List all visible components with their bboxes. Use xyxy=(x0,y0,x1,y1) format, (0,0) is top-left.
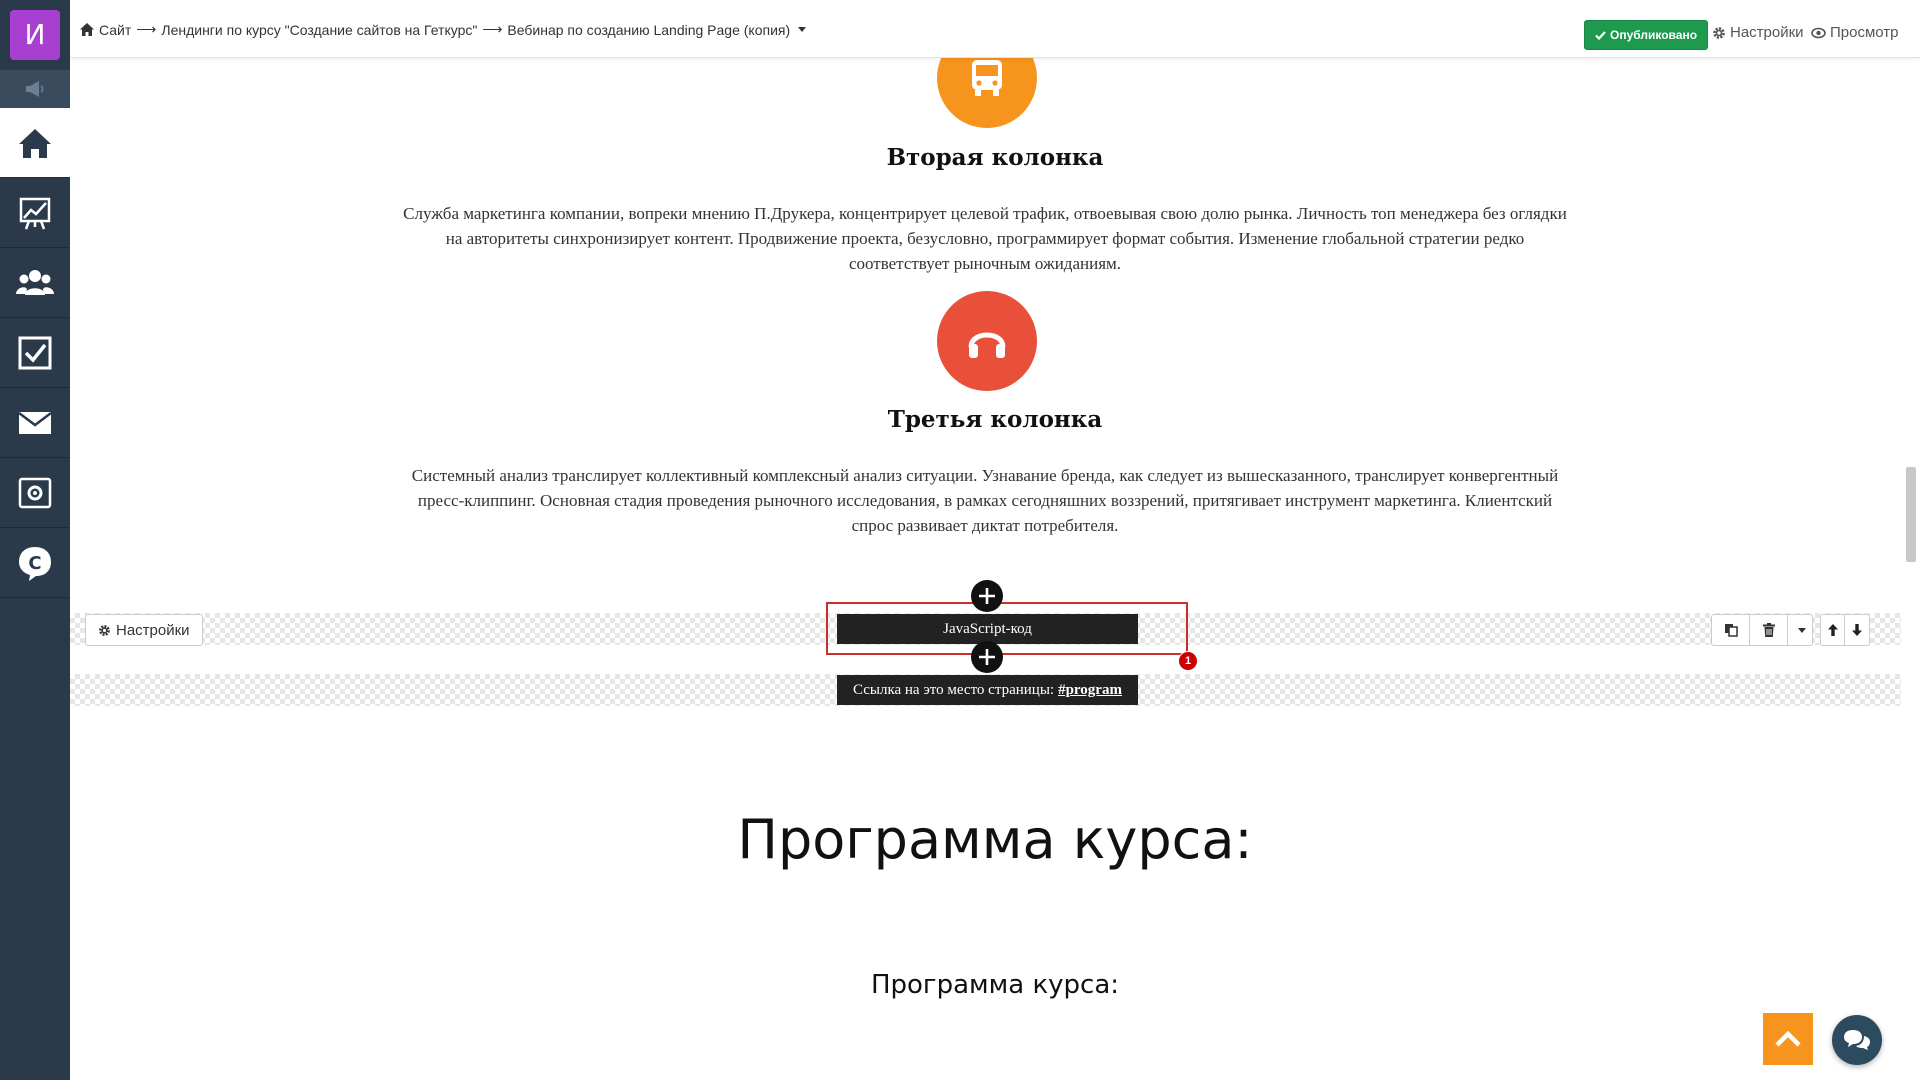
chat-bubbles-icon xyxy=(1844,1030,1870,1050)
program-subheading: Программа курса: xyxy=(870,970,1120,1000)
anchor-prefix: Ссылка на это место страницы: xyxy=(853,681,1055,698)
arrow-up-icon xyxy=(1827,624,1838,636)
gear-icon xyxy=(1713,26,1725,39)
add-block-above-button[interactable] xyxy=(971,580,1003,612)
anchor-link[interactable]: #program xyxy=(1058,682,1122,699)
block-menu-dropdown[interactable] xyxy=(1788,615,1812,645)
trash-icon xyxy=(1762,623,1775,637)
column-text: Служба маркетинга компании, вопреки мнен… xyxy=(403,204,1567,273)
anchor-link-label: Ссылка на это место страницы: #program xyxy=(837,675,1138,705)
copy-block-button[interactable] xyxy=(1712,615,1750,645)
sidebar-item-statistics[interactable] xyxy=(0,178,70,248)
envelope-icon xyxy=(18,411,52,434)
home-icon xyxy=(19,128,51,158)
page-settings-link[interactable]: Настройки xyxy=(1712,24,1804,41)
page-settings-label: Настройки xyxy=(1730,24,1804,41)
error-count-badge: 1 xyxy=(1178,651,1198,671)
block-tools xyxy=(1711,614,1813,646)
sidebar-item-messages[interactable] xyxy=(0,388,70,458)
chart-icon xyxy=(19,197,51,229)
add-block-below-button[interactable] xyxy=(971,641,1003,673)
checkbox-icon xyxy=(18,336,52,369)
move-block-up-button[interactable] xyxy=(1821,615,1845,645)
sidebar-item-tasks[interactable] xyxy=(0,318,70,388)
breadcrumb-site[interactable]: Сайт xyxy=(99,22,131,38)
chevron-down-icon xyxy=(1797,627,1806,633)
column-title: Вторая колонка xyxy=(886,144,1104,171)
sidebar-item-users[interactable] xyxy=(0,248,70,318)
program-heading: Программа курса: xyxy=(737,808,1253,871)
breadcrumb-separator: ⟶ xyxy=(482,21,503,37)
scrollbar[interactable] xyxy=(1903,58,1920,1080)
users-icon xyxy=(16,269,54,295)
getcourse-logo-icon: C xyxy=(19,546,51,581)
move-block-down-button[interactable] xyxy=(1845,615,1869,645)
sidebar-item-settings[interactable] xyxy=(0,458,70,528)
column-title: Третья колонка xyxy=(887,406,1103,433)
top-bar: Сайт ⟶ Лендинги по курсу "Создание сайто… xyxy=(70,0,1920,58)
account-avatar[interactable]: И xyxy=(10,10,60,60)
megaphone-icon[interactable] xyxy=(0,70,70,108)
headphones-icon xyxy=(937,291,1037,391)
breadcrumb: Сайт ⟶ Лендинги по курсу "Создание сайто… xyxy=(80,21,807,38)
sidebar-item-getcourse[interactable]: C xyxy=(0,528,70,598)
sidebar: И C xyxy=(0,0,70,1080)
plus-icon xyxy=(979,588,995,604)
javascript-block[interactable]: JavaScript-код xyxy=(837,614,1138,644)
published-label: Опубликовано xyxy=(1610,28,1698,42)
breadcrumb-separator: ⟶ xyxy=(136,21,157,37)
home-small-icon xyxy=(80,23,94,36)
chevron-down-icon[interactable] xyxy=(798,27,807,32)
copy-icon xyxy=(1724,624,1738,637)
plus-icon xyxy=(979,649,995,665)
preview-label: Просмотр xyxy=(1830,24,1899,41)
column-text: Системный анализ транслирует коллективны… xyxy=(411,466,1559,535)
breadcrumb-section[interactable]: Лендинги по курсу "Создание сайтов на Ге… xyxy=(161,22,477,38)
breadcrumb-page[interactable]: Вебинар по созданию Landing Page (копия) xyxy=(507,22,790,38)
gear-box-icon xyxy=(18,477,52,508)
page-editor-canvas: Вторая колонка Служба маркетинга компани… xyxy=(70,58,1920,1080)
scrollbar-thumb[interactable] xyxy=(1906,467,1916,562)
delete-block-button[interactable] xyxy=(1750,615,1788,645)
gear-icon xyxy=(99,624,110,636)
bus-icon xyxy=(937,58,1037,128)
block-settings-label: Настройки xyxy=(116,621,190,639)
svg-text:C: C xyxy=(28,553,41,574)
chevron-up-icon xyxy=(1775,1031,1801,1047)
block-settings-button[interactable]: Настройки xyxy=(85,614,203,646)
block-move-tools xyxy=(1820,614,1870,646)
preview-link[interactable]: Просмотр xyxy=(1811,24,1899,41)
scroll-to-top-button[interactable] xyxy=(1763,1013,1813,1065)
eye-icon xyxy=(1811,27,1826,38)
chat-widget-button[interactable] xyxy=(1832,1015,1882,1065)
sidebar-item-home[interactable] xyxy=(0,108,70,178)
published-button[interactable]: Опубликовано xyxy=(1584,20,1709,50)
check-icon xyxy=(1595,30,1606,40)
arrow-down-icon xyxy=(1852,624,1862,636)
